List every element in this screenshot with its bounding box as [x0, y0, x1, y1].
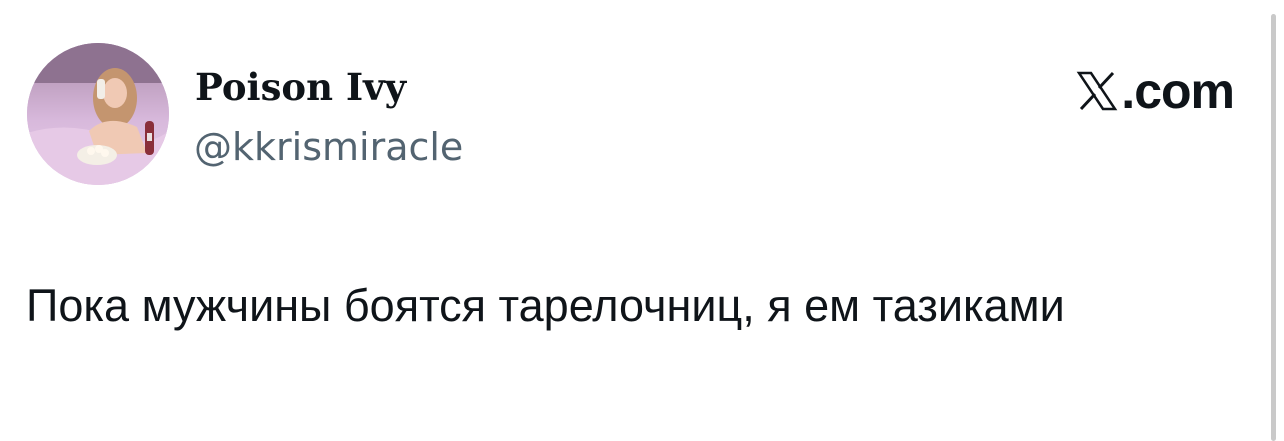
tweet-card: Poison Ivy @kkrismiracle .com Пока мужчи…	[0, 0, 1284, 441]
x-com-logo: .com	[1075, 63, 1235, 119]
scrollbar[interactable]	[1271, 14, 1276, 441]
x-logo-icon	[1076, 71, 1118, 111]
x-logo-text: .com	[1121, 63, 1235, 119]
user-handle[interactable]: @kkrismiracle	[194, 124, 463, 170]
avatar-image	[27, 43, 169, 185]
tweet-text: Пока мужчины боятся тарелочниц, я ем таз…	[26, 280, 1065, 331]
avatar[interactable]	[27, 43, 169, 185]
display-name[interactable]: Poison Ivy	[195, 64, 406, 110]
